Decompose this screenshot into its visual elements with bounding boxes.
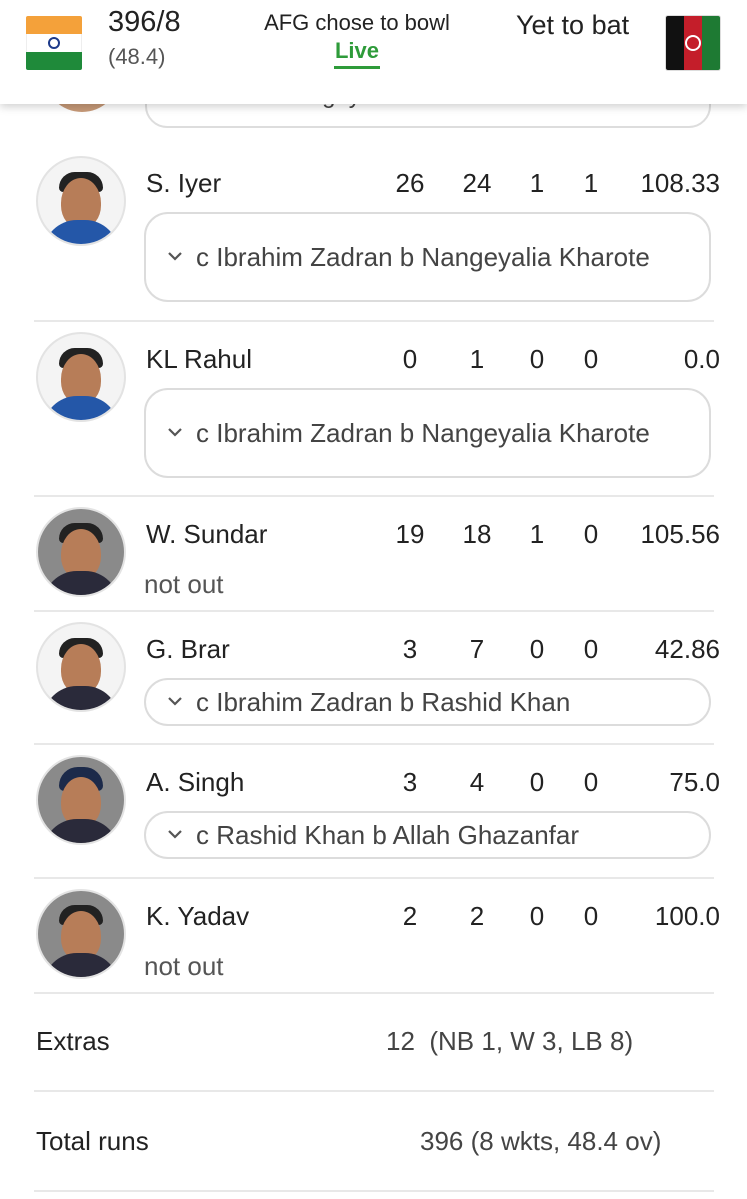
dismissal-text: not out	[144, 569, 224, 599]
match-header: 396/8 (48.4) AFG chose to bowl Live Yet …	[0, 0, 747, 104]
batter-strike-rate: 108.33	[640, 168, 720, 198]
dismissal-text: c Ibrahim Zadran b Nangeyalia Kharote	[196, 418, 650, 448]
batter-sixes: 0	[583, 901, 599, 931]
batter-strike-rate: 0.0	[683, 344, 720, 374]
batter-sixes: 0	[583, 767, 599, 797]
afghanistan-flag-icon	[666, 16, 720, 70]
batter-row: W. Sundar 19 18 1 0 105.56 not out	[34, 497, 720, 612]
batter-strike-rate: 100.0	[654, 901, 720, 931]
extras-detail: (NB 1, W 3, LB 8)	[429, 1026, 634, 1056]
batter-row: A. Singh 3 4 0 0 75.0 c Rashid Khan b Al…	[34, 745, 720, 879]
total-runs: 396	[420, 1126, 464, 1156]
batter-row: G. Brar 3 7 0 0 42.86 c Ibrahim Zadran b…	[34, 612, 720, 745]
batter-runs: 19	[395, 519, 425, 549]
total-label: Total runs	[36, 1126, 149, 1156]
batter-sixes: 0	[583, 519, 599, 549]
extras-row: Extras 12 (NB 1, W 3, LB 8)	[34, 994, 714, 1092]
player-avatar	[36, 332, 126, 422]
batter-runs: 26	[395, 168, 425, 198]
dismissal-dropdown[interactable]: c Ibrahim Zadran b Nangeyalia Kharote	[144, 388, 711, 478]
extras-total: 12	[386, 1026, 415, 1056]
total-value: 396 (8 wkts, 48.4 ov)	[420, 1126, 661, 1157]
dismissal-dropdown[interactable]: c Rashid Khan b Allah Ghazanfar	[144, 811, 711, 859]
dismissal-text: c Rashid Khan b Allah Ghazanfar	[196, 820, 580, 850]
dismissal-dropdown[interactable]: c Ibrahim Zadran b Rashid Khan	[144, 678, 711, 726]
total-detail: (8 wkts, 48.4 ov)	[470, 1126, 662, 1156]
batter-strike-rate: 105.56	[640, 519, 720, 549]
player-avatar	[36, 622, 126, 712]
batter-row: S. Iyer 26 24 1 1 108.33 c Ibrahim Zadra…	[34, 146, 720, 322]
batter-fours: 0	[529, 901, 545, 931]
batter-sixes: 1	[583, 168, 599, 198]
dismissal-dropdown[interactable]: c Ibrahim Zadran b Nangeyalia Kharote	[144, 212, 711, 302]
chevron-down-icon	[168, 830, 182, 839]
batter-balls: 24	[462, 168, 492, 198]
batter-fours: 1	[529, 168, 545, 198]
extras-label: Extras	[36, 1026, 110, 1056]
batter-name[interactable]: G. Brar	[146, 634, 230, 665]
team1-score: 396/8	[108, 6, 181, 38]
batter-name[interactable]: S. Iyer	[146, 168, 221, 199]
batter-fours: 0	[529, 634, 545, 664]
live-indicator[interactable]: Live	[232, 38, 482, 64]
batter-sixes: 0	[583, 634, 599, 664]
player-avatar	[36, 755, 126, 845]
match-status: AFG chose to bowl	[264, 10, 450, 35]
team1-overs: (48.4)	[108, 44, 166, 69]
batter-fours: 0	[529, 767, 545, 797]
batter-balls: 2	[469, 901, 485, 931]
batter-runs: 2	[402, 901, 418, 931]
team2-status: Yet to bat	[516, 10, 630, 40]
batter-name[interactable]: KL Rahul	[146, 344, 252, 375]
batter-balls: 4	[469, 767, 485, 797]
chevron-down-icon	[168, 428, 182, 437]
total-row: Total runs 396 (8 wkts, 48.4 ov)	[34, 1092, 714, 1192]
dismissal-text: not out	[144, 951, 224, 981]
batter-balls: 18	[462, 519, 492, 549]
dismissal-text: c Ibrahim Zadran b Nangeyalia Kharote	[196, 242, 650, 272]
batter-runs: 3	[402, 767, 418, 797]
batter-fours: 0	[529, 344, 545, 374]
batter-name[interactable]: W. Sundar	[146, 519, 267, 550]
chevron-down-icon	[168, 697, 182, 706]
batter-name[interactable]: K. Yadav	[146, 901, 249, 932]
india-flag-icon	[26, 16, 82, 70]
player-avatar	[36, 889, 126, 979]
dismissal-text: c Ibrahim Zadran b Rashid Khan	[196, 687, 571, 717]
batter-balls: 7	[469, 634, 485, 664]
batter-name[interactable]: A. Singh	[146, 767, 244, 798]
extras-value: 12 (NB 1, W 3, LB 8)	[386, 1026, 633, 1057]
batter-strike-rate: 75.0	[669, 767, 720, 797]
player-avatar	[36, 156, 126, 246]
batter-runs: 3	[402, 634, 418, 664]
batter-runs: 0	[402, 344, 418, 374]
batter-row: K. Yadav 2 2 0 0 100.0 not out	[34, 879, 720, 994]
player-avatar	[36, 507, 126, 597]
live-underline	[334, 66, 380, 69]
batter-fours: 1	[529, 519, 545, 549]
batter-sixes: 0	[583, 344, 599, 374]
batter-strike-rate: 42.86	[654, 634, 720, 664]
chevron-down-icon	[168, 252, 182, 261]
batter-balls: 1	[469, 344, 485, 374]
batter-row: KL Rahul 0 1 0 0 0.0 c Ibrahim Zadran b …	[34, 322, 720, 497]
